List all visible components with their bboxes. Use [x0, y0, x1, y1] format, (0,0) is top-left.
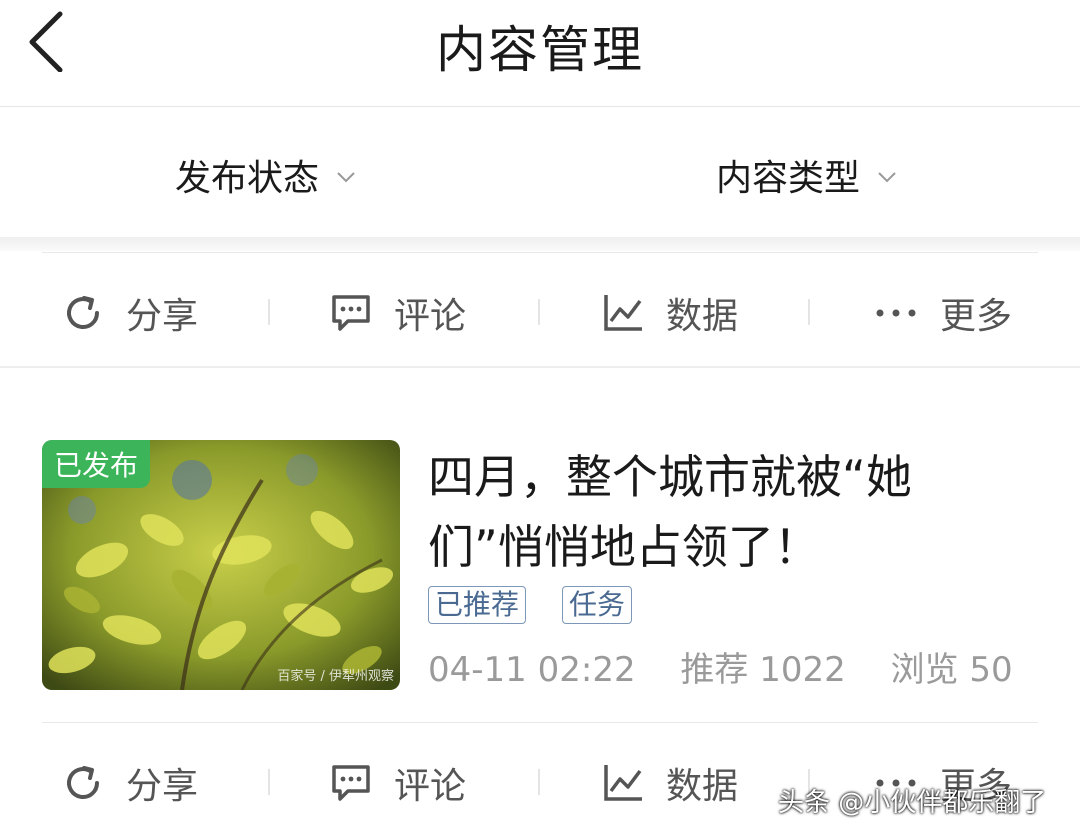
share-button[interactable]: 分享	[62, 757, 198, 809]
tag-task: 任务	[562, 586, 633, 624]
chart-icon	[604, 295, 642, 331]
source-watermark: 头条 @小伙伴都乐翻了	[778, 788, 1047, 818]
article-card[interactable]: 已发布 百家号 / 伊犁州观察 四月，整个城市就被“她们”悄悄地占领了！ 已推荐…	[42, 440, 1038, 690]
recommend-count: 推荐 1022	[680, 650, 846, 690]
status-badge: 已发布	[42, 440, 151, 488]
share-label: 分享	[126, 296, 199, 337]
more-button[interactable]: 更多	[874, 287, 1012, 339]
comment-button[interactable]: 评论	[330, 287, 466, 339]
view-count: 浏览 50	[890, 650, 1013, 690]
divider	[268, 769, 270, 795]
tag-recommended: 已推荐	[428, 586, 527, 624]
divider	[268, 299, 270, 325]
article-title[interactable]: 四月，整个城市就被“她们”悄悄地占领了！	[428, 442, 1018, 582]
filter-content-type[interactable]: 内容类型	[716, 149, 898, 201]
chevron-down-icon	[878, 172, 896, 183]
chart-icon	[604, 765, 642, 801]
comment-label: 评论	[394, 296, 467, 337]
more-label: 更多	[940, 296, 1013, 337]
comment-label: 评论	[394, 766, 467, 807]
filter-bar: 发布状态 内容类型	[0, 107, 1080, 237]
action-bar: 分享 评论 数据 更多	[42, 252, 1038, 367]
header-bar: 内容管理	[0, 0, 1080, 107]
share-button[interactable]: 分享	[62, 287, 198, 339]
data-label: 数据	[666, 766, 739, 807]
filter-label: 内容类型	[716, 158, 861, 199]
share-label: 分享	[126, 766, 199, 807]
chevron-down-icon	[337, 172, 355, 183]
data-button[interactable]: 数据	[602, 757, 738, 809]
share-icon	[67, 766, 99, 800]
data-button[interactable]: 数据	[602, 287, 738, 339]
image-watermark: 百家号 / 伊犁州观察	[277, 669, 394, 684]
filter-label: 发布状态	[175, 158, 320, 199]
comment-button[interactable]: 评论	[330, 757, 466, 809]
comment-icon	[332, 765, 370, 801]
data-label: 数据	[666, 296, 739, 337]
divider	[808, 299, 810, 325]
divider	[538, 299, 540, 325]
divider	[0, 366, 1080, 368]
publish-time: 04-11 02:22	[428, 650, 636, 690]
comment-icon	[332, 295, 370, 331]
share-icon	[67, 296, 99, 330]
article-meta: 04-11 02:22 推荐 1022 浏览 50	[428, 642, 1047, 691]
more-icon	[876, 309, 916, 317]
divider	[0, 237, 1080, 251]
filter-publish-status[interactable]: 发布状态	[175, 149, 357, 201]
action-bar: 分享 评论 数据 更多	[42, 722, 1038, 837]
article-thumbnail[interactable]: 已发布 百家号 / 伊犁州观察	[42, 440, 400, 690]
divider	[538, 769, 540, 795]
tag-list: 已推荐 任务	[428, 586, 633, 624]
page-title: 内容管理	[436, 21, 644, 79]
